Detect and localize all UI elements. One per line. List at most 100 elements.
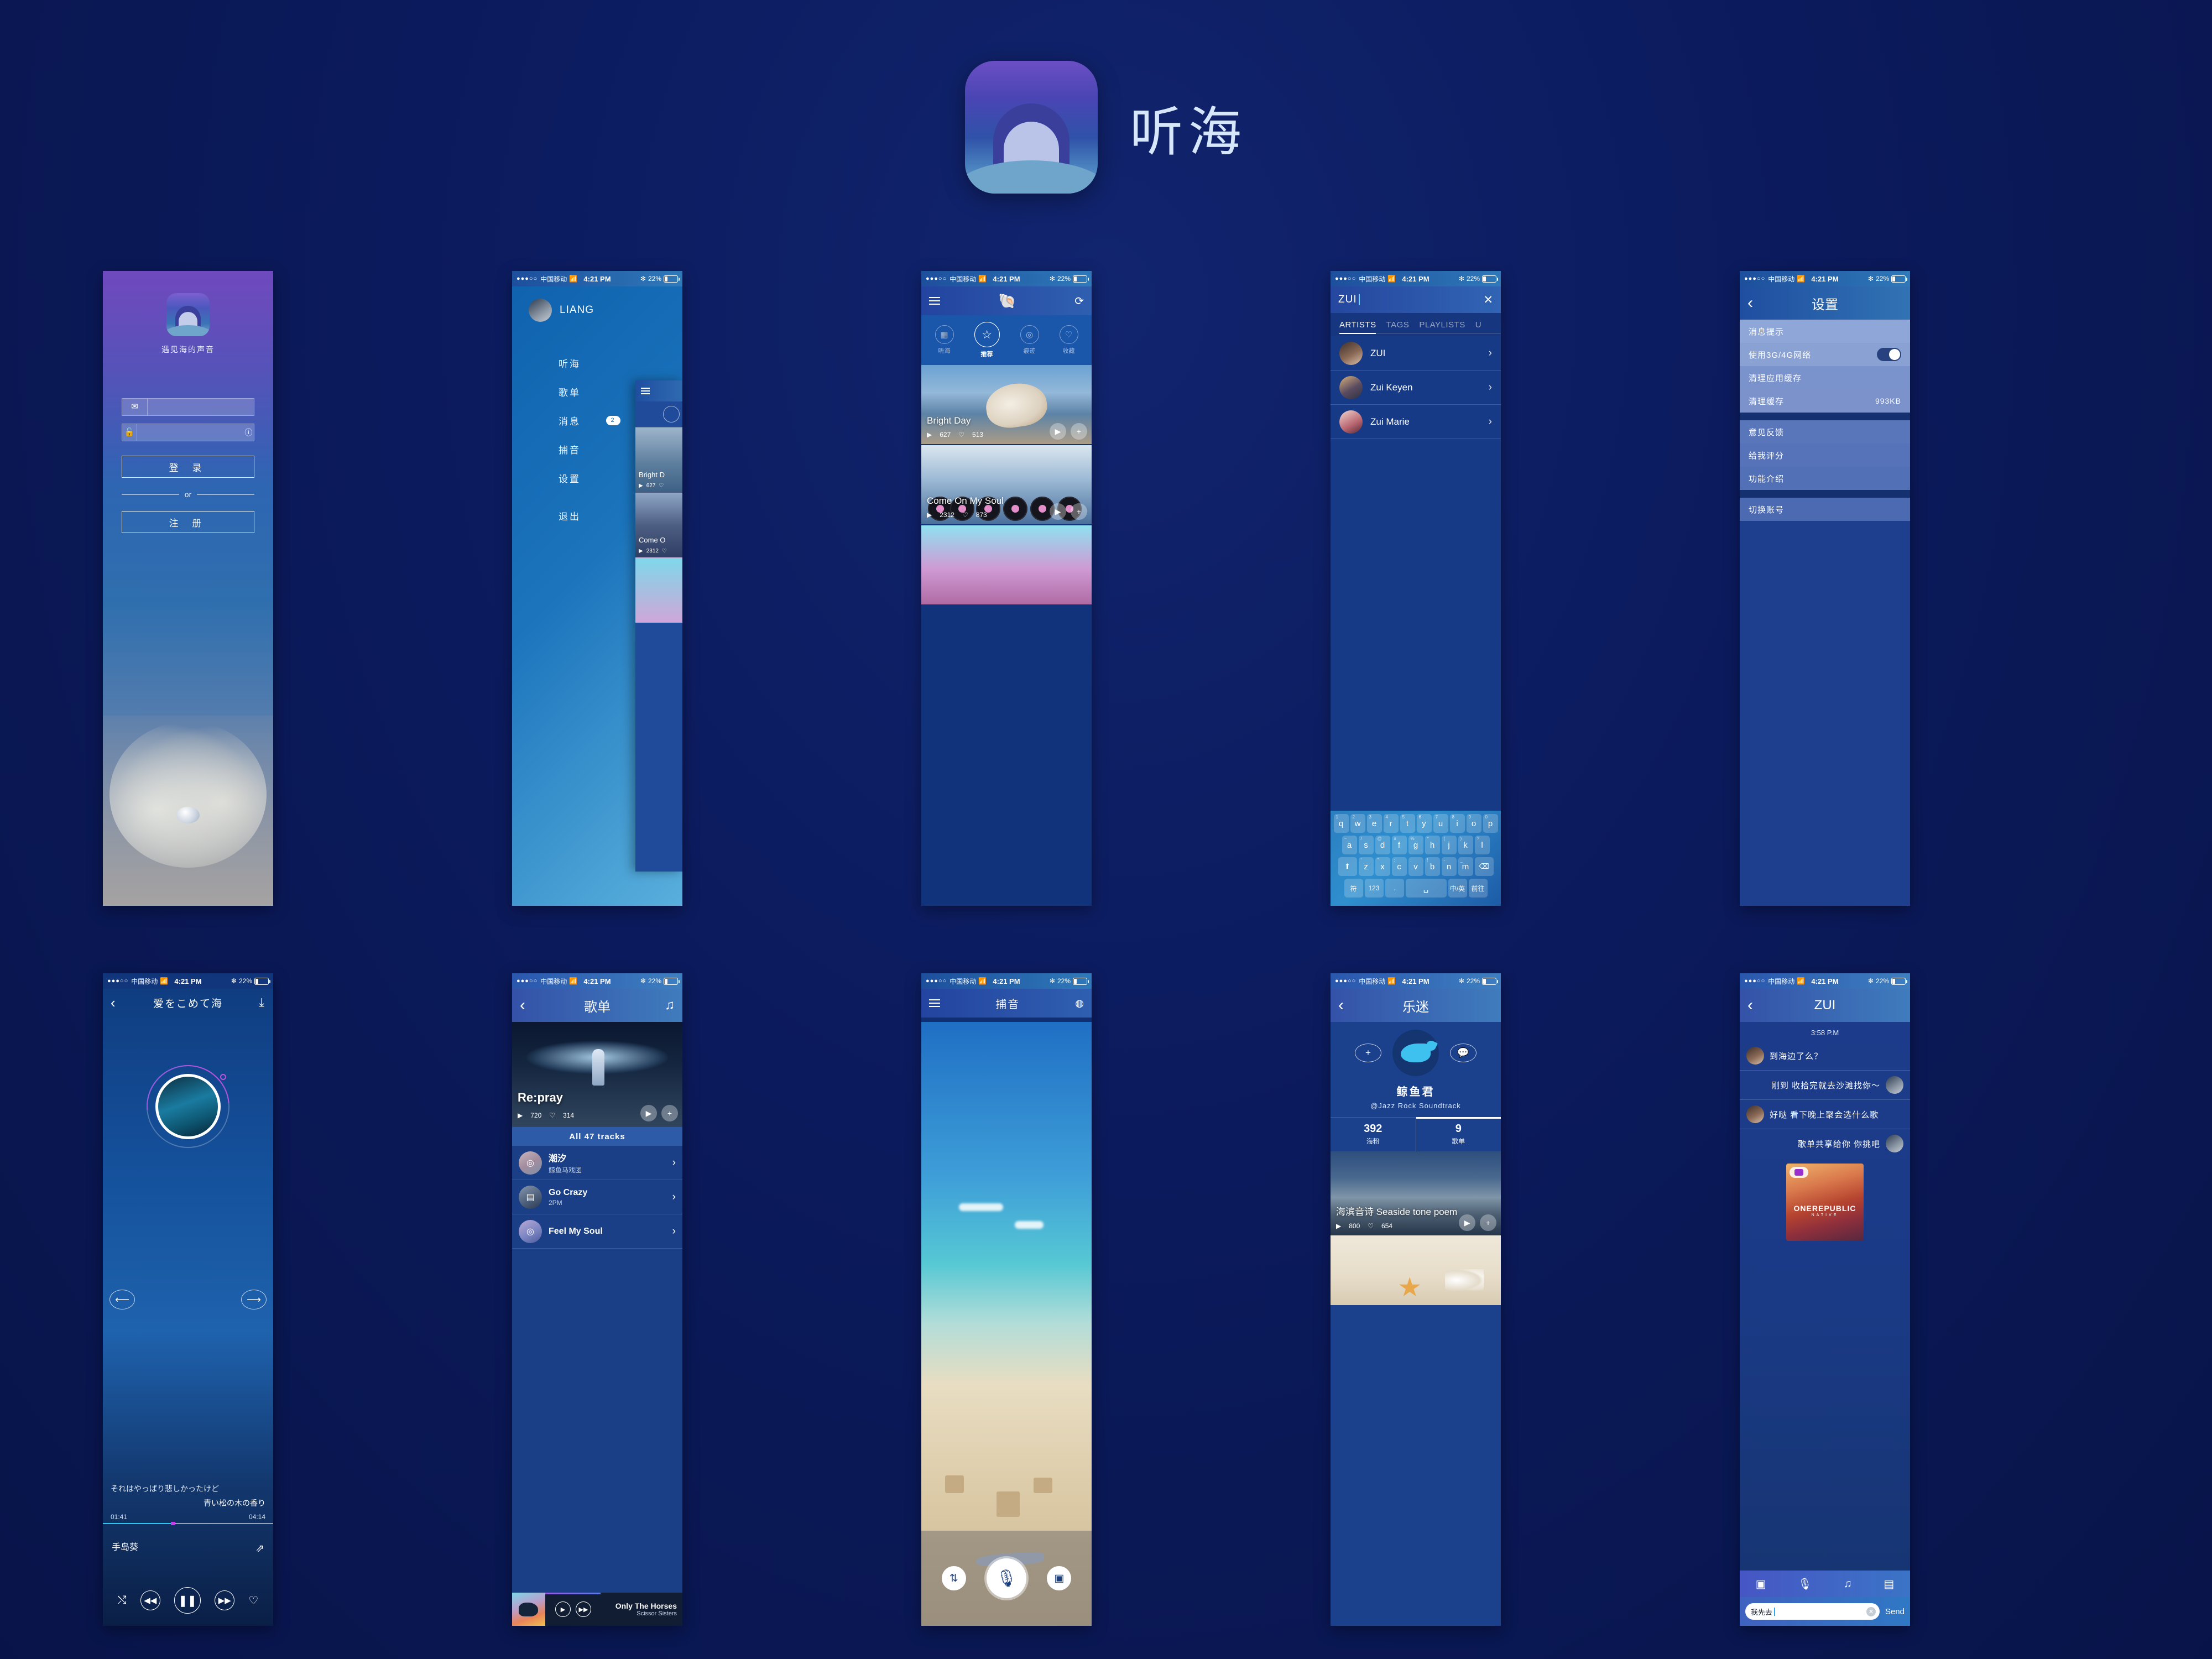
tab-favorites[interactable]: ♡ 收藏 (1059, 325, 1078, 355)
key-d[interactable]: @ d (1375, 836, 1390, 854)
email-input[interactable] (148, 399, 254, 415)
peek-card[interactable]: Come O ▶ 2312 ♡ (635, 492, 682, 557)
feed-card[interactable]: 海滨音诗 Seaside tone poem ▶ 800 ♡ 654 ▶ + (1331, 1151, 1501, 1235)
key-l[interactable]: ? l (1474, 836, 1490, 854)
setting-feedback[interactable]: 意见反馈 (1740, 420, 1910, 444)
prev-track-button[interactable]: ⟵ (109, 1290, 135, 1310)
key-x[interactable]: " x (1375, 857, 1390, 876)
drawer-peek-panel[interactable]: Bright D ▶ 627 ♡ Come O ▶ 2312 ♡ (635, 380, 682, 872)
password-field-row[interactable]: 🔓 ⓘ (122, 424, 254, 441)
message-button[interactable]: 💬 (1450, 1044, 1477, 1062)
next-button[interactable]: ▶▶ (576, 1601, 591, 1617)
key-y[interactable]: 6y (1416, 814, 1432, 833)
key-numbers[interactable]: 123 (1364, 879, 1384, 898)
progress-knob[interactable] (220, 1074, 226, 1080)
waveform-icon[interactable]: ◍ (1075, 998, 1084, 1009)
pause-button[interactable]: ❚❚ (174, 1587, 201, 1614)
camera-icon[interactable]: ▣ (1756, 1577, 1766, 1591)
key-s[interactable]: / s (1358, 836, 1374, 854)
key-z[interactable]: ' z (1358, 857, 1374, 876)
key-v[interactable]: ; v (1408, 857, 1423, 876)
chevron-right-icon[interactable]: › (1489, 416, 1492, 428)
sidebar-item-tinghai[interactable]: 听海 (559, 352, 682, 374)
key-q[interactable]: 1q (1333, 814, 1349, 833)
avatar[interactable] (529, 299, 552, 322)
play-button[interactable]: ▶ (555, 1601, 571, 1617)
list-item[interactable]: ZUI › (1331, 336, 1501, 371)
peek-card[interactable]: Bright D ▶ 627 ♡ (635, 427, 682, 492)
play-button[interactable]: ▶ (1050, 423, 1066, 440)
key-u[interactable]: 7u (1433, 814, 1448, 833)
list-item[interactable]: Zui Keyen › (1331, 371, 1501, 405)
heart-icon[interactable]: ♡ (248, 1594, 258, 1608)
key-space[interactable]: ␣ (1405, 879, 1447, 898)
chevron-left-icon[interactable]: ‹ (1747, 996, 1753, 1015)
hamburger-icon[interactable] (929, 997, 940, 1009)
chevron-right-icon[interactable]: › (1489, 347, 1492, 359)
shift-icon[interactable]: ⬆ (1338, 857, 1357, 876)
add-button[interactable]: + (1071, 503, 1087, 520)
tab-artists[interactable]: ARTISTS (1339, 320, 1376, 330)
tab-tinghai[interactable]: ▦ 听海 (935, 325, 954, 355)
share-icon[interactable]: ⇗ (255, 1542, 264, 1555)
setting-notifications[interactable]: 消息提示 (1740, 320, 1910, 343)
feed-card[interactable] (921, 525, 1092, 606)
setting-mobile-data[interactable]: 使用3G/4G网络 (1740, 343, 1910, 366)
add-button[interactable]: + (661, 1105, 678, 1121)
key-f[interactable]: # f (1391, 836, 1407, 854)
table-row[interactable]: ◎ 潮汐 鲸鱼马戏团 › (512, 1146, 682, 1180)
mobile-data-toggle[interactable] (1877, 348, 1901, 361)
follow-button[interactable]: + (1355, 1044, 1381, 1062)
add-button[interactable]: + (1480, 1214, 1496, 1231)
music-note-icon[interactable]: ♫ (1844, 1578, 1852, 1590)
shuffle-icon[interactable]: ⤭ (118, 1594, 127, 1607)
play-button[interactable]: ▶ (1050, 503, 1066, 520)
feed-card[interactable]: Come On My Soul ▶ 2312 ♡ 873 ▶ + (921, 445, 1092, 525)
hamburger-icon[interactable] (641, 386, 650, 396)
table-row[interactable]: ◎ Feel My Soul › (512, 1214, 682, 1249)
setting-rate[interactable]: 给我评分 (1740, 444, 1910, 467)
chevron-right-icon[interactable]: › (672, 1157, 676, 1169)
refresh-icon[interactable]: ⟳ (1074, 294, 1084, 308)
key-j[interactable]: (j (1441, 836, 1457, 854)
key-lang-toggle[interactable]: 中/英 (1448, 879, 1467, 898)
setting-features[interactable]: 功能介绍 (1740, 467, 1910, 490)
video-camera-icon[interactable]: ▣ (1047, 1566, 1072, 1590)
key-g[interactable]: % g (1408, 836, 1423, 854)
info-icon[interactable]: ⓘ (243, 427, 254, 438)
microphone-icon[interactable]: 🎙 (1798, 1577, 1812, 1591)
close-icon[interactable]: ✕ (1483, 293, 1493, 307)
chevron-right-icon[interactable]: › (672, 1191, 676, 1203)
tab-users[interactable]: U (1475, 320, 1481, 330)
chevron-left-icon[interactable]: ‹ (111, 994, 117, 1011)
play-button[interactable]: ▶ (640, 1105, 657, 1121)
album-disc[interactable] (129, 1048, 247, 1165)
play-button[interactable]: ▶ (1459, 1214, 1475, 1231)
key-i[interactable]: 8i (1449, 814, 1465, 833)
setting-clear-app-cache[interactable]: 清理应用缓存 (1740, 366, 1910, 389)
search-input[interactable]: ZUI (1338, 294, 1357, 306)
shared-album-card[interactable]: ONEREPUBLIC NATIVE (1786, 1164, 1864, 1241)
login-button[interactable]: 登 录 (122, 456, 254, 478)
stat-playlists[interactable]: 9 歌单 (1415, 1117, 1501, 1151)
add-button[interactable]: + (1071, 423, 1087, 440)
password-input[interactable] (137, 424, 243, 441)
record-button[interactable]: 🎙 (986, 1558, 1026, 1598)
music-note-icon[interactable]: ♫ (665, 998, 675, 1013)
key-m[interactable]: _ m (1458, 857, 1473, 876)
email-field-row[interactable]: ✉ (122, 398, 254, 416)
setting-clear-cache[interactable]: 清理缓存 993KB (1740, 389, 1910, 413)
search-bar[interactable]: ZUI ✕ (1331, 286, 1501, 313)
tab-playlists[interactable]: PLAYLISTS (1419, 320, 1465, 330)
message-input[interactable]: 我先去 ✕ (1745, 1603, 1880, 1620)
key-w[interactable]: 2w (1350, 814, 1365, 833)
chevron-right-icon[interactable]: › (672, 1225, 676, 1238)
key-r[interactable]: 4r (1383, 814, 1399, 833)
key-e[interactable]: 3e (1366, 814, 1382, 833)
key-h[interactable]: * h (1425, 836, 1440, 854)
feed-card[interactable] (1331, 1235, 1501, 1305)
key-o[interactable]: 9o (1466, 814, 1481, 833)
next-track-button[interactable]: ⟶ (241, 1290, 267, 1310)
setting-switch-account[interactable]: 切换账号 (1740, 498, 1910, 521)
key-period[interactable]: . (1385, 879, 1404, 898)
